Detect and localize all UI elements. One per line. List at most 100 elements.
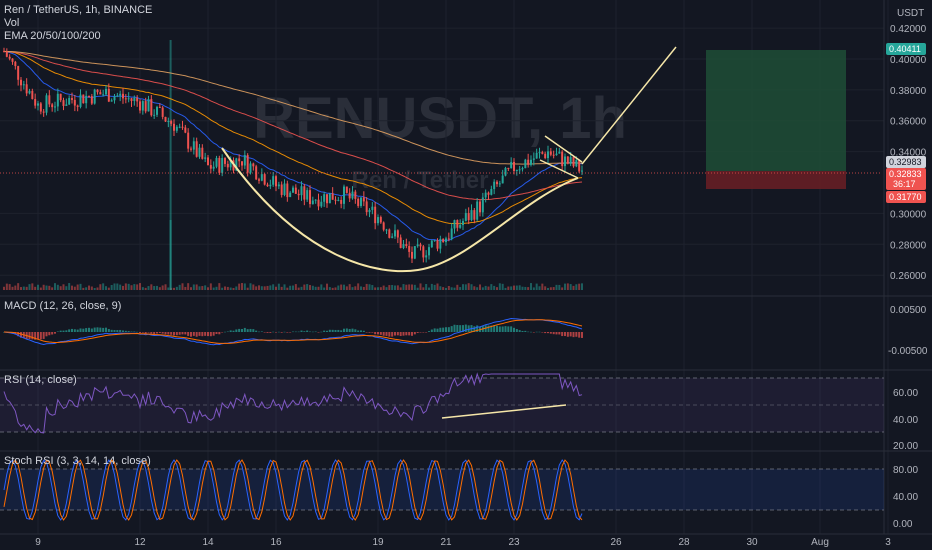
macd-histogram-bar (535, 331, 538, 333)
macd-histogram-bar (79, 328, 82, 332)
macd-histogram-bar (326, 330, 328, 332)
candle-body (286, 183, 289, 198)
candle-body (507, 167, 510, 169)
candle-body (498, 183, 501, 185)
candle-body (241, 161, 243, 166)
volume-bar (337, 285, 340, 290)
volume-bar (405, 284, 408, 290)
macd-histogram-bar (280, 332, 283, 333)
candle-body (331, 193, 334, 200)
volume-bar (45, 285, 48, 290)
candle-body (246, 155, 249, 173)
volume-bar (51, 287, 54, 290)
candle-body (136, 97, 139, 102)
macd-legend[interactable]: MACD (12, 26, close, 9) (4, 300, 121, 313)
macd-histogram-bar (309, 331, 311, 333)
volume-bar (190, 287, 192, 290)
candle-body (399, 237, 402, 248)
candle-body (467, 213, 470, 221)
macd-histogram-bar (175, 332, 178, 336)
candle-body (139, 101, 141, 111)
candle-body (374, 206, 377, 224)
macd-histogram-bar (122, 330, 124, 332)
candle-body (354, 191, 357, 199)
candle-body (42, 111, 45, 113)
macd-histogram-bar (263, 332, 266, 333)
volume-bar (195, 284, 198, 290)
stoch-tick-0: 0.00 (893, 519, 913, 530)
stoch-label: Stoch RSI (3, 3, 14, 14, close) (4, 455, 151, 467)
volume-bar (85, 287, 88, 290)
time-tick-label: 26 (610, 537, 622, 548)
volume-bar (14, 285, 17, 290)
candle-body (195, 141, 198, 157)
volume-bar (283, 284, 286, 290)
candle-body (337, 199, 340, 201)
volume-bar (266, 285, 269, 290)
macd-histogram-bar (428, 331, 430, 332)
macd-histogram-bar (416, 332, 419, 333)
stoch-legend[interactable]: Stoch RSI (3, 3, 14, 14, close) (4, 455, 151, 468)
volume-bar (224, 286, 226, 290)
volume-bar (476, 287, 479, 290)
macd-histogram-bar (48, 332, 51, 336)
candle-body (323, 194, 326, 202)
candle-body (459, 225, 462, 228)
macd-histogram-bar (549, 332, 552, 334)
candle-body (357, 198, 360, 206)
candle-body (260, 174, 263, 181)
candle-body (11, 58, 14, 62)
volume-bar (496, 287, 498, 290)
macd-histogram-bar (136, 331, 139, 333)
volume-bar (76, 284, 79, 290)
volume-bar (309, 285, 311, 290)
rsi-legend[interactable]: RSI (14, close) (4, 374, 77, 387)
volume-bar (90, 286, 93, 290)
volume-bar (71, 285, 73, 290)
candle-body (422, 246, 425, 258)
main-legend[interactable]: Ren / TetherUS, 1h, BINANCE Vol EMA 20/5… (4, 4, 152, 43)
volume-bar (113, 283, 116, 290)
stoch-tick-80: 80.00 (893, 465, 918, 476)
volume-bar (73, 286, 76, 290)
macd-histogram-bar (158, 332, 161, 333)
volume-bar (501, 283, 504, 290)
candle-body (215, 157, 218, 167)
macd-histogram-bar (127, 331, 130, 332)
candle-body (405, 244, 408, 247)
candle-body (71, 98, 73, 100)
macd-histogram-bar (51, 332, 54, 335)
loss-zone[interactable] (706, 171, 846, 189)
volume-bar (345, 286, 348, 290)
candle-body (88, 95, 90, 97)
candle-body (90, 96, 93, 104)
macd-histogram-bar (164, 332, 167, 335)
candle-body (209, 165, 212, 169)
candle-body (79, 94, 82, 107)
volume-bar (382, 285, 385, 290)
candle-body (201, 147, 204, 159)
volume-bar (456, 284, 459, 290)
volume-bar (513, 285, 515, 290)
volume-bar (504, 287, 507, 290)
volume-bar (280, 286, 283, 290)
macd-histogram-bar (354, 329, 357, 332)
volume-bar (447, 285, 450, 290)
candle-body (484, 192, 487, 198)
candle-body (433, 240, 436, 242)
candle-body (569, 157, 572, 164)
macd-histogram-bar (76, 329, 79, 332)
candle-body (348, 192, 351, 199)
macd-histogram-bar (436, 328, 439, 332)
macd-histogram-bar (334, 329, 337, 332)
macd-histogram-bar (31, 332, 34, 340)
candle-body (430, 240, 433, 248)
candle-body (20, 79, 22, 86)
macd-histogram-bar (561, 332, 564, 337)
candle-body (328, 193, 331, 204)
macd-histogram-bar (192, 332, 195, 336)
volume-bar (198, 286, 201, 290)
candle-body (59, 93, 62, 101)
profit-zone[interactable] (706, 50, 846, 171)
rsi-tick-60: 60.00 (893, 388, 918, 399)
